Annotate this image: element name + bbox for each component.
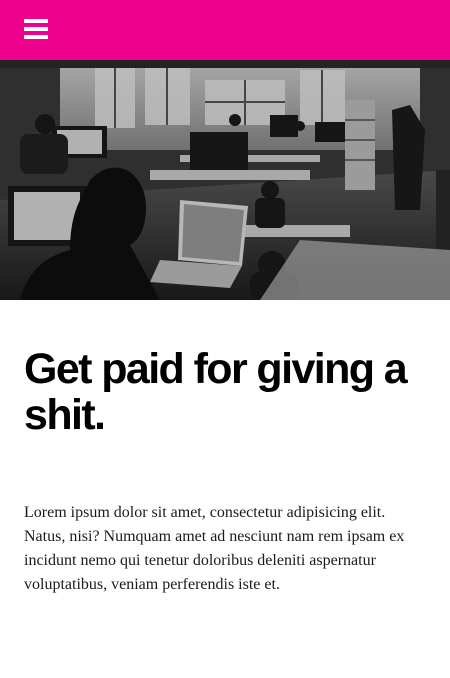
page-headline: Get paid for giving a shit. (24, 345, 408, 439)
hamburger-menu-icon[interactable] (24, 19, 48, 41)
menu-line (24, 19, 48, 23)
office-photo-illustration (0, 60, 450, 300)
menu-line (24, 35, 48, 39)
hero-office-photo (0, 60, 450, 300)
menu-line (24, 27, 48, 31)
top-bar (0, 0, 450, 60)
main-content: Get paid for giving a shit. Lorem ipsum … (24, 346, 426, 597)
body-paragraph: Lorem ipsum dolor sit amet, consectetur … (24, 504, 405, 593)
